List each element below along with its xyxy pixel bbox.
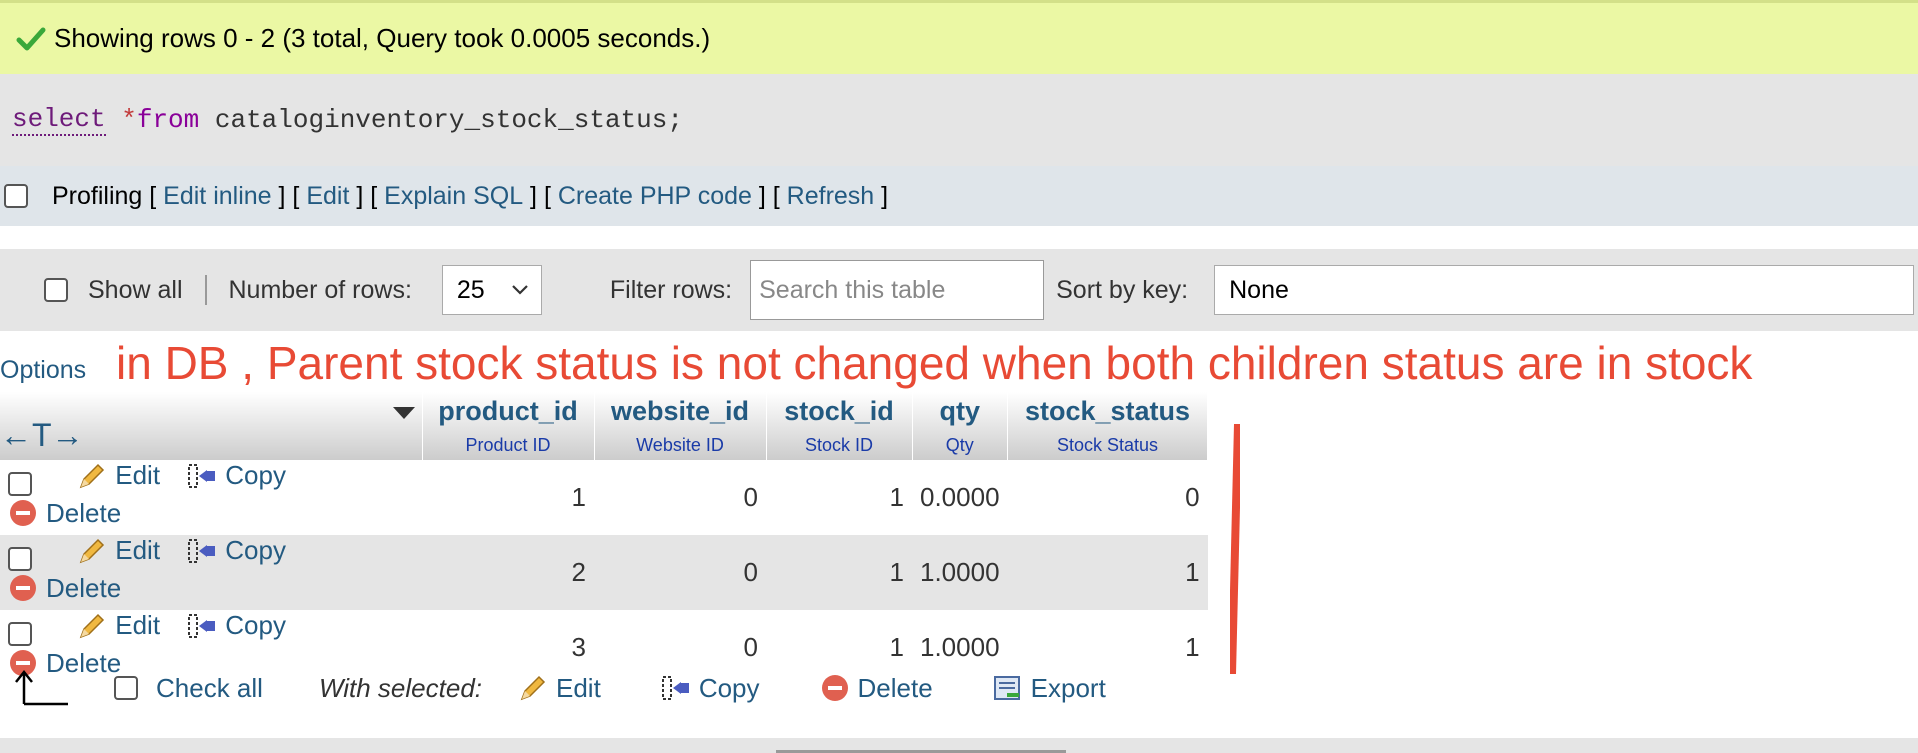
sql-query-box[interactable]: select * from cataloginventory_stock_sta…: [0, 74, 1918, 166]
annotation-line: [1230, 424, 1240, 674]
profiling-label: Profiling: [52, 181, 143, 210]
edit-link[interactable]: Edit: [306, 182, 349, 211]
rows-per-page-value: 25: [456, 275, 485, 304]
bulk-delete-button[interactable]: Delete: [820, 673, 933, 704]
table-navigation-bar: Show all Number of rows: 25 Filter rows:…: [0, 249, 1918, 331]
show-all-label[interactable]: Show all: [88, 276, 183, 305]
cell-qty[interactable]: 0.0000: [912, 460, 1008, 535]
sort-by-key-select[interactable]: None: [1214, 265, 1915, 315]
pencil-icon: [79, 463, 105, 488]
row-checkbox[interactable]: [8, 471, 32, 496]
bulk-export-button[interactable]: Export: [993, 673, 1106, 704]
cell-stock-status[interactable]: 1: [1007, 535, 1208, 610]
cell-website-id[interactable]: 0: [594, 460, 766, 535]
cell-product-id[interactable]: 1: [422, 460, 594, 535]
column-header-product-id[interactable]: product_id Product ID: [422, 392, 595, 460]
divider: [204, 275, 207, 305]
row-actions: Edit Copy Delete: [0, 535, 422, 610]
row-edit-button[interactable]: Edit: [77, 535, 160, 566]
row-checkbox[interactable]: [8, 546, 32, 571]
sort-by-key-label: Sort by key:: [1056, 275, 1189, 304]
success-message-bar: Showing rows 0 - 2 (3 total, Query took …: [0, 0, 1918, 74]
sql-keyword-select[interactable]: select: [12, 104, 106, 136]
cell-website-id[interactable]: 0: [594, 535, 766, 610]
options-link[interactable]: Options: [0, 356, 86, 385]
profiling-bar: Profiling [ Edit inline ] [ Edit ] [ Exp…: [0, 166, 1918, 226]
delete-icon: [10, 500, 36, 526]
column-header-stock-status[interactable]: stock_status Stock Status: [1007, 392, 1209, 460]
bulk-edit-button[interactable]: Edit: [518, 673, 601, 704]
actions-column-header: ←T→: [0, 392, 423, 460]
cell-stock-id[interactable]: 1: [766, 460, 912, 535]
row-actions: Edit Copy Delete: [0, 460, 422, 535]
create-php-code-link[interactable]: Create PHP code: [558, 182, 752, 211]
profiling-checkbox[interactable]: [4, 184, 28, 208]
cell-stock-id[interactable]: 1: [766, 535, 912, 610]
annotation-text: in DB , Parent stock status is not chang…: [116, 337, 1753, 389]
table-row: Edit Copy Delete 1 0 1 0.0000 0: [0, 460, 1208, 535]
chevron-down-icon: [512, 285, 528, 295]
cell-stock-status[interactable]: 0: [1007, 460, 1208, 535]
pencil-icon: [520, 675, 546, 701]
copy-icon: [188, 463, 216, 488]
row-edit-button[interactable]: Edit: [77, 610, 160, 641]
table-header-row: ←T→ product_id Product ID website_id Web…: [0, 392, 1209, 460]
row-delete-button[interactable]: Delete: [8, 573, 121, 604]
row-copy-button[interactable]: Copy: [187, 610, 286, 641]
cell-qty[interactable]: 1.0000: [912, 535, 1008, 610]
sql-table-name: cataloginventory_stock_status;: [214, 105, 683, 135]
column-resize-icon[interactable]: ←T→: [0, 417, 84, 454]
bulk-action-bar: Check all With selected: Edit Copy Delet…: [0, 660, 1918, 716]
filter-rows-label: Filter rows:: [609, 275, 733, 304]
show-all-checkbox[interactable]: [44, 278, 68, 302]
bottom-strip: [0, 738, 1918, 753]
refresh-link[interactable]: Refresh: [787, 182, 875, 211]
sort-arrow-icon[interactable]: [392, 406, 416, 420]
success-message: Showing rows 0 - 2 (3 total, Query took …: [54, 23, 711, 53]
sql-star: *: [121, 105, 137, 135]
delete-icon: [10, 575, 36, 601]
row-copy-button[interactable]: Copy: [187, 535, 286, 566]
check-all-link[interactable]: Check all: [156, 673, 263, 704]
arrow-up-left-icon: [15, 669, 68, 706]
edit-inline-link[interactable]: Edit inline: [163, 182, 271, 211]
with-selected-label: With selected:: [318, 672, 482, 703]
bulk-copy-button[interactable]: Copy: [661, 673, 760, 704]
export-icon: [993, 676, 1020, 700]
delete-icon: [821, 675, 848, 701]
copy-icon: [661, 676, 689, 700]
check-all-checkbox[interactable]: [114, 676, 138, 700]
row-checkbox[interactable]: [8, 621, 32, 646]
column-header-website-id[interactable]: website_id Website ID: [594, 392, 767, 460]
explain-sql-link[interactable]: Explain SQL: [384, 182, 523, 211]
cell-product-id[interactable]: 2: [422, 535, 594, 610]
sql-keyword-from: from: [136, 105, 200, 135]
row-copy-button[interactable]: Copy: [187, 460, 286, 491]
row-delete-button[interactable]: Delete: [8, 498, 121, 529]
copy-icon: [188, 538, 216, 563]
checkmark-icon: [16, 27, 46, 50]
sort-by-key-value: None: [1229, 275, 1289, 304]
column-header-qty[interactable]: qty Qty: [912, 392, 1009, 460]
search-input[interactable]: [750, 260, 1045, 320]
results-table: ←T→ product_id Product ID website_id Web…: [0, 392, 1209, 685]
rows-label: Number of rows:: [228, 275, 412, 304]
copy-icon: [188, 613, 216, 638]
row-edit-button[interactable]: Edit: [77, 460, 160, 491]
column-header-stock-id[interactable]: stock_id Stock ID: [766, 392, 913, 460]
pencil-icon: [79, 613, 105, 638]
pencil-icon: [79, 538, 105, 563]
table-row: Edit Copy Delete 2 0 1 1.0000 1: [0, 535, 1208, 610]
rows-per-page-select[interactable]: 25: [441, 265, 542, 315]
